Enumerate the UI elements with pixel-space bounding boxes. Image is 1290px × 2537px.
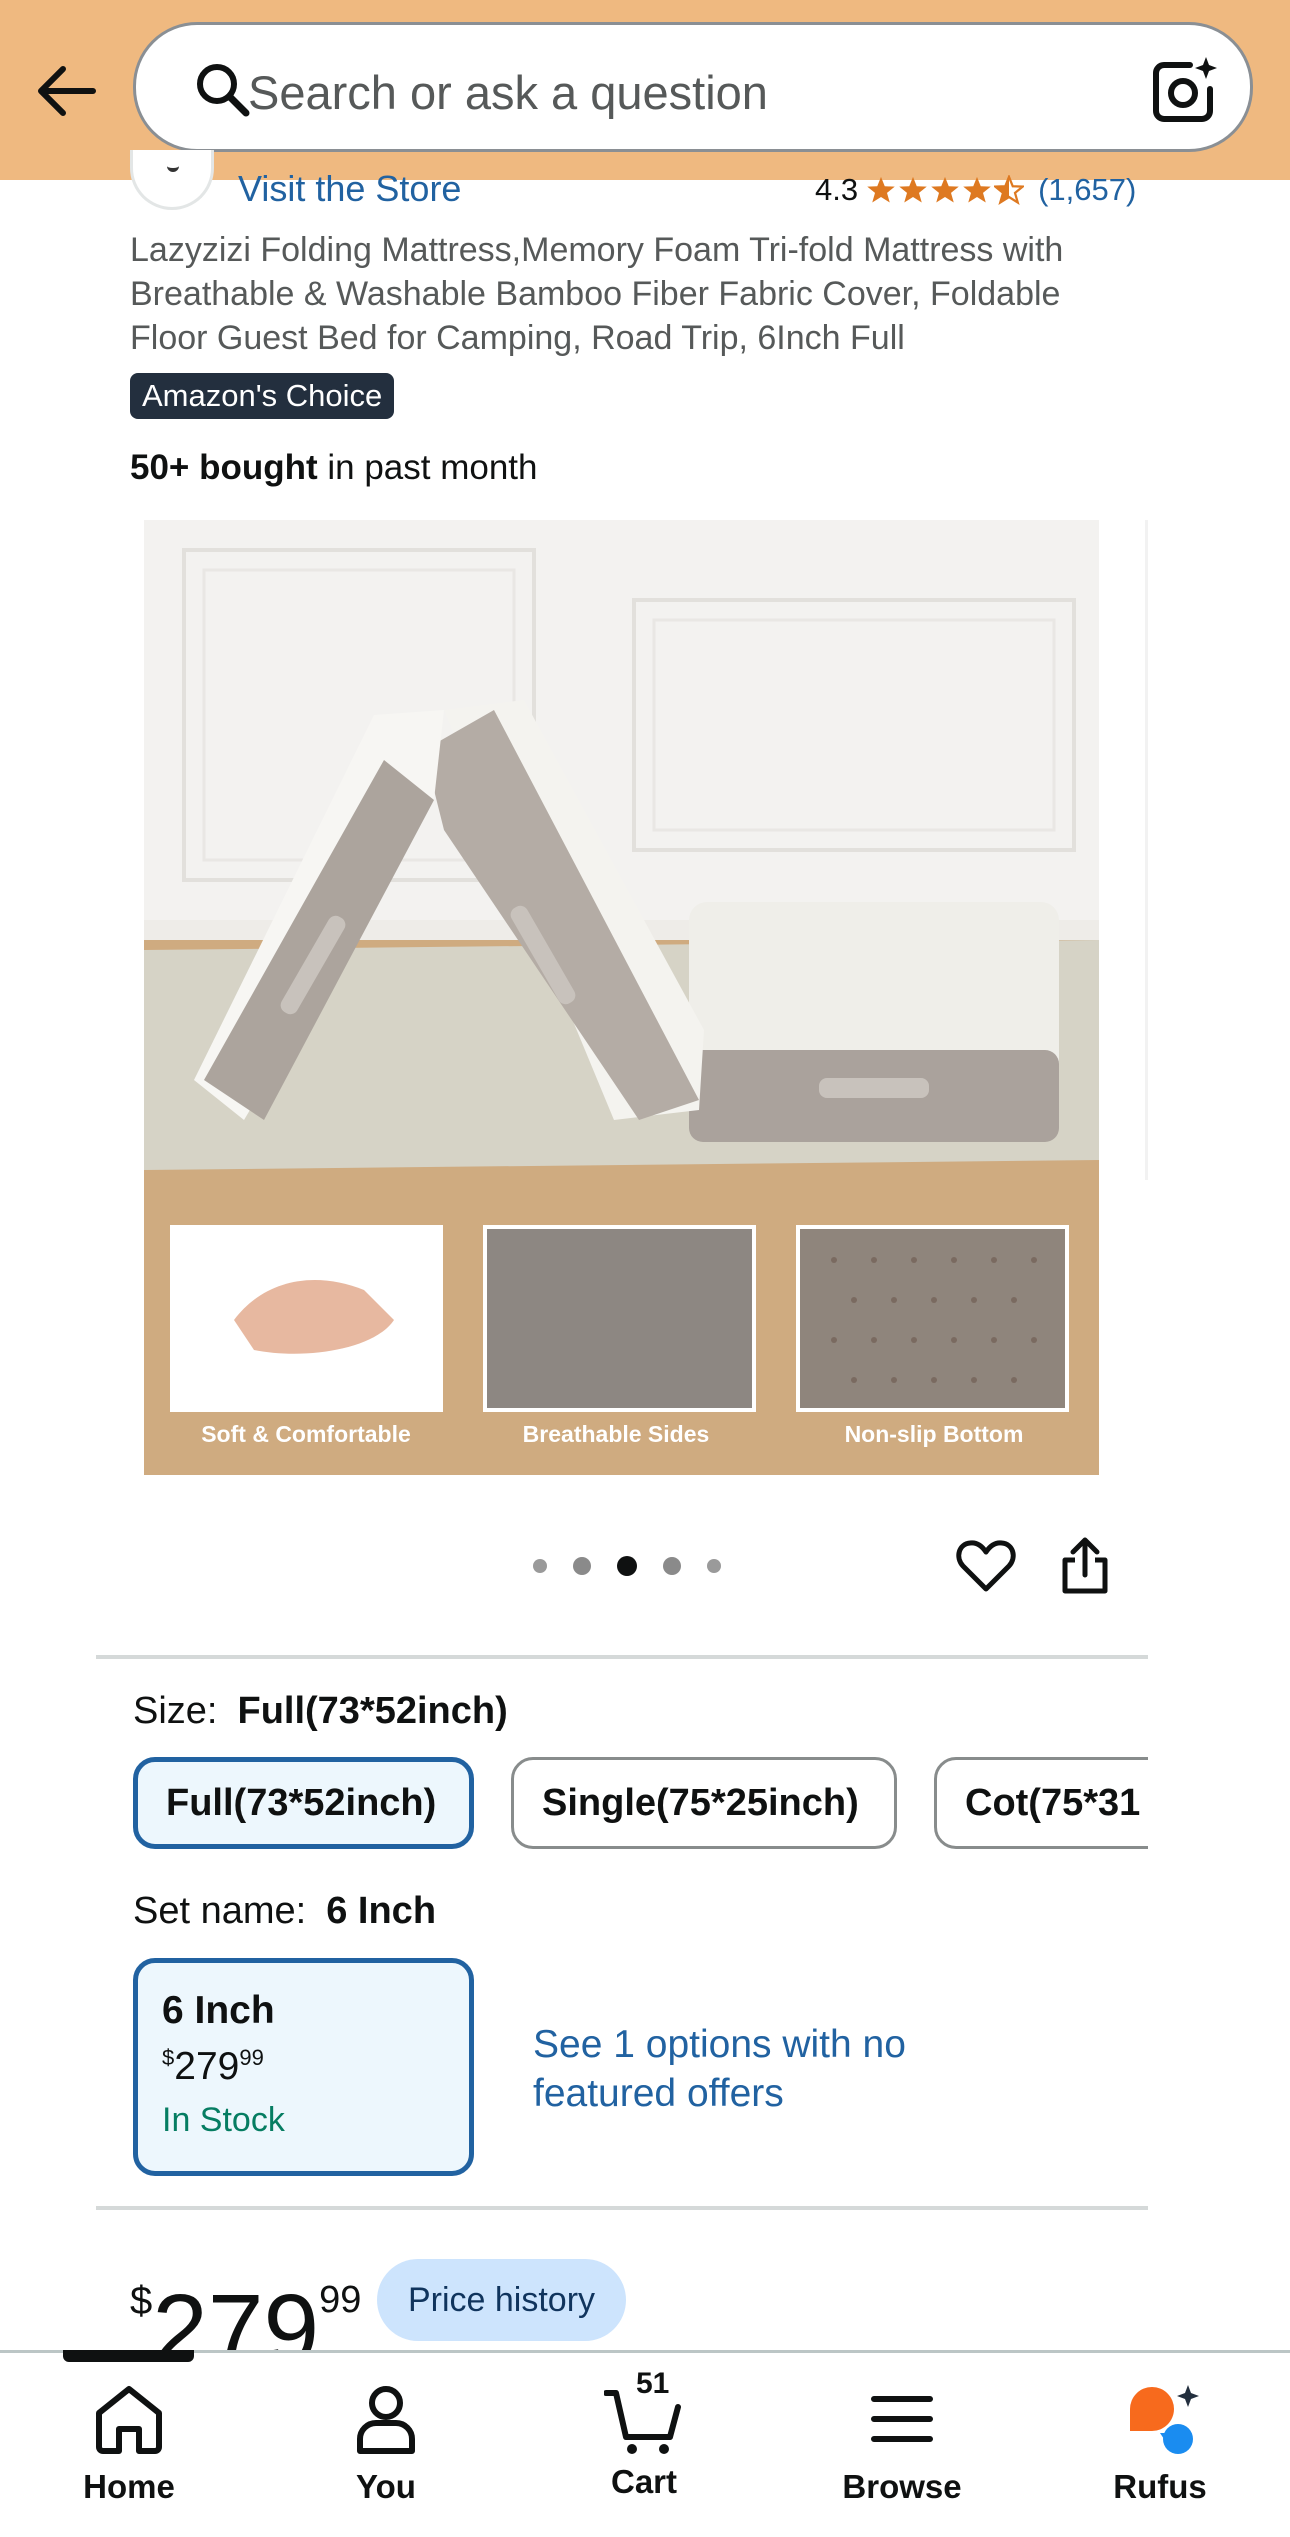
nav-active-indicator — [63, 2350, 194, 2362]
carousel-dot-active[interactable] — [617, 1556, 637, 1576]
camera-lens-icon[interactable] — [1150, 55, 1220, 125]
section-divider — [96, 2206, 1148, 2210]
star-full-icon — [867, 176, 895, 203]
cart-count: 51 — [636, 2367, 670, 2400]
share-icon[interactable] — [1055, 1535, 1115, 1597]
caption-non-slip-bottom: Non-slip Bottom — [845, 1421, 1024, 1447]
nav-rufus-label: Rufus — [1113, 2468, 1207, 2505]
bottom-navigation: Home You 51 Cart Browse Rufus — [0, 2350, 1290, 2537]
size-label: Size: — [133, 1690, 218, 1732]
size-option-single[interactable]: Single(75*25inch) — [511, 1757, 897, 1849]
visit-store-link[interactable]: Visit the Store — [238, 168, 461, 210]
size-options: Full(73*52inch) Single(75*25inch) Cot(75… — [133, 1757, 1148, 1849]
heart-icon[interactable] — [955, 1535, 1017, 1597]
star-half-icon — [994, 175, 1025, 205]
set-option-name: 6 Inch — [162, 1989, 275, 2032]
back-button[interactable] — [30, 55, 102, 127]
set-name-selector-label: Set name: 6 Inch — [133, 1890, 436, 1933]
product-image: Soft & Comfortable Breathable Sides Non-… — [144, 520, 1099, 1475]
product-title: Lazyzizi Folding Mattress,Memory Foam Tr… — [130, 231, 1064, 357]
next-image-peek — [1145, 520, 1148, 1180]
nav-cart-label: Cart — [610, 2463, 678, 2500]
size-selector-label: Size: Full(73*52inch) — [133, 1690, 508, 1733]
carousel-dot[interactable] — [573, 1557, 591, 1575]
carousel-dot[interactable] — [533, 1559, 547, 1573]
bought-count-rest: in past month — [317, 448, 538, 487]
set-option-price-cents: 99 — [239, 2045, 264, 2070]
nav-you[interactable]: You — [286, 2379, 486, 2506]
person-icon — [357, 2386, 415, 2454]
nav-browse-label: Browse — [842, 2468, 962, 2505]
bought-count: 50+ bought in past month — [130, 448, 538, 488]
cart-icon-wrap: 51 — [603, 2367, 684, 2459]
size-selected-value: Full(73*52inch) — [237, 1690, 508, 1732]
rufus-icon — [1130, 2385, 1199, 2454]
carousel-dots[interactable] — [533, 1556, 721, 1576]
price-symbol: $ — [130, 2279, 153, 2323]
bought-count-bold: 50+ bought — [130, 448, 318, 487]
rating-summary[interactable]: 4.3 (1,657) — [815, 172, 1136, 208]
set-name-label: Set name: — [133, 1890, 307, 1932]
nav-home-label: Home — [83, 2468, 175, 2505]
product-image-carousel[interactable]: Soft & Comfortable Breathable Sides Non-… — [144, 520, 1099, 1475]
price-history-button[interactable]: Price history — [377, 2259, 626, 2341]
caption-soft-comfortable: Soft & Comfortable — [201, 1421, 411, 1447]
arrow-left-icon — [38, 66, 96, 116]
search-icon — [197, 64, 250, 117]
home-icon — [96, 2386, 162, 2454]
star-full-icon — [963, 176, 991, 203]
rating-value: 4.3 — [815, 172, 859, 207]
star-full-icon — [931, 176, 959, 203]
nav-browse[interactable]: Browse — [802, 2379, 1002, 2506]
star-full-icon — [899, 176, 927, 203]
menu-icon — [871, 2396, 933, 2442]
search-input[interactable]: Search or ask a question — [248, 65, 768, 120]
nav-you-label: You — [356, 2468, 416, 2505]
review-count[interactable]: (1,657) — [1038, 172, 1136, 208]
carousel-dot[interactable] — [707, 1559, 721, 1573]
size-option-cot[interactable]: Cot(75*31 — [934, 1757, 1148, 1849]
set-option-price-whole: 279 — [174, 2045, 240, 2088]
set-option-6-inch[interactable]: 6 Inch $27999 In Stock — [133, 1958, 474, 2176]
set-name-selected-value: 6 Inch — [326, 1890, 437, 1932]
rating-stars — [866, 175, 1025, 205]
set-option-price-symbol: $ — [162, 2045, 175, 2070]
search-bar[interactable]: Search or ask a question — [133, 22, 1253, 152]
nav-cart[interactable]: 51 Cart — [544, 2367, 744, 2501]
caption-breathable-sides: Breathable Sides — [523, 1421, 710, 1447]
price-cents: 99 — [319, 2279, 362, 2321]
see-options-link[interactable]: See 1 options with no featured offers — [533, 2020, 953, 2118]
carousel-dot[interactable] — [663, 1557, 681, 1575]
size-option-full[interactable]: Full(73*52inch) — [133, 1757, 474, 1849]
section-divider — [96, 1655, 1148, 1659]
nav-home[interactable]: Home — [29, 2379, 229, 2506]
nav-rufus[interactable]: Rufus — [1060, 2379, 1260, 2506]
stock-status: In Stock — [162, 2101, 285, 2139]
set-option-price: $27999 — [162, 2045, 469, 2089]
store-logo[interactable] — [130, 150, 214, 210]
amazons-choice-badge: Amazon's Choice — [130, 373, 395, 419]
